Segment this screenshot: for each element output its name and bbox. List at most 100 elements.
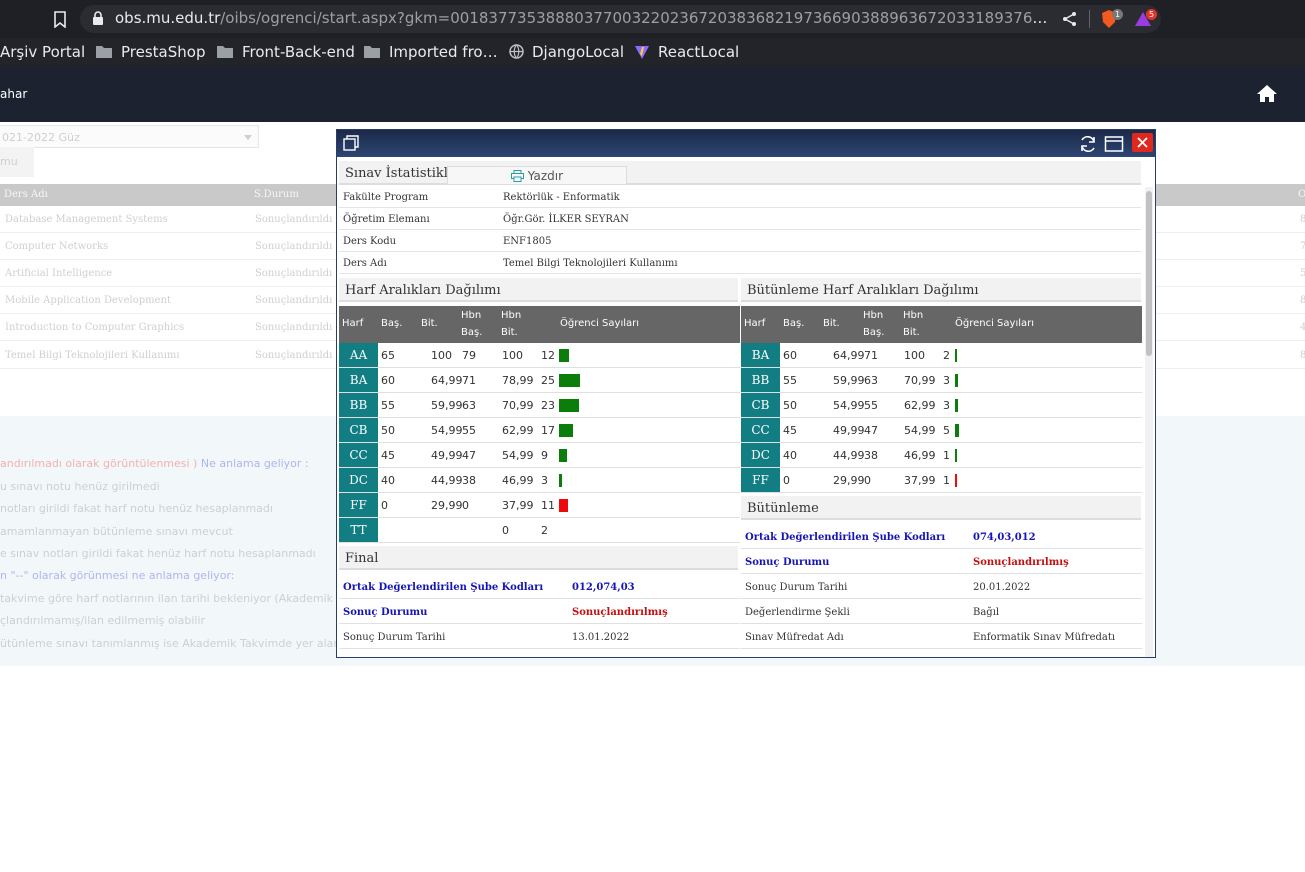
modal-scrollbar[interactable]: [1145, 187, 1153, 657]
butunleme-table: Ortak Değerlendirilen Şube Kodları 074,03…: [741, 524, 1142, 649]
chevron-down-icon: [244, 135, 252, 140]
share-icon[interactable]: [1062, 11, 1077, 27]
count-bar: [559, 449, 567, 462]
final-title-text: Final: [345, 551, 379, 566]
bit-cell: 44,99: [431, 474, 463, 487]
but-value: Enformatik Sınav Müfredatı: [973, 632, 1116, 643]
info-question-1: andırılmadı olarak görüntülenmesi ) Ne a…: [0, 457, 309, 470]
grade-row: CC 45 49,99 47 54,99 9: [339, 443, 740, 468]
count-bar: [559, 499, 568, 512]
info-label: Fakülte Program: [343, 192, 429, 203]
url-text[interactable]: obs.mu.edu.tr/oibs/ogrenci/start.aspx?gk…: [115, 9, 1055, 27]
maximize-icon[interactable]: [1104, 134, 1124, 154]
bookmark-djangolocal[interactable]: DjangoLocal: [532, 43, 624, 61]
but-value: Bağıl: [973, 607, 1000, 618]
col-hbn-bas-2: Baş.: [461, 327, 483, 338]
bas-cell: 0: [783, 474, 790, 487]
folder-icon: [364, 46, 380, 58]
but-row-curriculum: Sınav Müfredat Adı Enformatik Sınav Müfre…: [741, 624, 1142, 649]
bookmark-front-back-end[interactable]: Front-Back-end: [242, 43, 355, 61]
grade-cell: CB: [741, 393, 780, 417]
refresh-icon[interactable]: [1078, 134, 1098, 154]
scrollbar-thumb[interactable]: [1146, 191, 1152, 356]
info-note: ütünleme sınavı tanımlanmış ise Akademik…: [0, 637, 377, 650]
info-label: Ders Kodu: [343, 236, 397, 247]
grade-row: BA 60 64,99 71 100 2: [741, 343, 1142, 368]
hbn-bas-cell: 47: [462, 449, 476, 462]
bookmark-icon[interactable]: [53, 11, 67, 28]
hbn-bit-cell: 62,99: [904, 399, 936, 412]
col-hbn-bas-2: Baş.: [863, 327, 885, 338]
count-bar: [559, 374, 580, 387]
term-select[interactable]: 021-2022 Güz: [0, 125, 259, 148]
count-bar: [559, 424, 573, 437]
count-cell: 1: [943, 474, 950, 487]
count-cell: 2: [541, 524, 548, 537]
hbn-bit-cell: 37,99: [904, 474, 936, 487]
but-value: 20.01.2022: [973, 582, 1031, 593]
brave-badge: 1: [1112, 9, 1123, 20]
final-label: Sonuç Durumu: [343, 607, 428, 618]
final-row-date: Sonuç Durum Tarihi 13.01.2022: [339, 624, 740, 649]
bas-cell: 45: [381, 449, 395, 462]
hbn-bit-cell: 0: [502, 524, 509, 537]
home-icon[interactable]: [1256, 84, 1278, 103]
printer-icon: [510, 170, 524, 182]
grade-row: AA 65 100 79 100 12: [339, 343, 740, 368]
final-value: 13.01.2022: [572, 632, 630, 643]
count-cell: 3: [943, 399, 950, 412]
grade-cell: CC: [339, 443, 378, 467]
grade-row: CB 50 54,99 55 62,99 3: [741, 393, 1142, 418]
bit-cell: 59,99: [833, 374, 865, 387]
info-value: Temel Bilgi Teknolojileri Kullanımı: [503, 258, 678, 269]
folder-icon: [217, 46, 233, 58]
final-label: Ortak Değerlendirilen Şube Kodları: [343, 582, 544, 593]
grade-row: BB 55 59,99 63 70,99 23: [339, 393, 740, 418]
grade-row: FF 0 29,99 0 37,99 1: [741, 468, 1142, 493]
vite-icon: [635, 46, 649, 59]
info-value: Rektörlük - Enformatik: [503, 192, 620, 203]
info-row-faculty: Fakülte Program Rektörlük - Enformatik: [339, 186, 1141, 208]
bit-cell: 54,99: [431, 424, 463, 437]
bookmark-arsiv-portal[interactable]: Arşiv Portal: [0, 43, 85, 61]
info-note: çlandırılmamış/ilan edilmemiş olabilir: [0, 614, 206, 627]
bas-cell: 40: [783, 449, 797, 462]
bit-cell: 44,99: [833, 449, 865, 462]
close-icon: [1137, 137, 1148, 148]
grade-cell: DC: [741, 443, 780, 467]
bas-cell: 0: [381, 499, 388, 512]
info-q1-red: andırılmadı olarak görüntülenmesi ): [0, 457, 198, 470]
count-cell: 3: [541, 474, 548, 487]
grade-cell: TT: [339, 518, 378, 542]
bas-cell: 45: [783, 424, 797, 437]
hbn-bit-cell: 70,99: [904, 374, 936, 387]
close-button[interactable]: [1132, 133, 1153, 152]
lock-icon[interactable]: [92, 11, 104, 26]
info-label: Ders Adı: [343, 258, 387, 269]
exam-stats-modal: Sınav İstatistikleri Yazdır Fakülte Prog…: [336, 129, 1156, 658]
hbn-bit-cell: 37,99: [502, 499, 534, 512]
course-status: Sonuçlandırıldı: [255, 268, 333, 279]
info-row-course-name: Ders Adı Temel Bilgi Teknolojileri Kullan…: [339, 252, 1141, 274]
grade-dist-table: Harf Baş. Bit. Hbn Baş. Hbn Bit. Öğrenci…: [339, 306, 740, 543]
tab-active[interactable]: mu: [0, 147, 34, 177]
col-harf: Harf: [744, 318, 766, 329]
count-bar: [955, 349, 957, 362]
final-table: Ortak Değerlendirilen Şube Kodları 012,07…: [339, 574, 740, 649]
course-status: Sonuçlandırıldı: [255, 295, 333, 306]
bas-cell: 60: [381, 374, 395, 387]
left-dist-title-text: Harf Aralıkları Dağılımı: [345, 283, 501, 298]
count-bar: [559, 474, 562, 487]
bookmark-imported[interactable]: Imported fro…: [389, 43, 498, 61]
col-bit: Bit.: [421, 318, 438, 329]
col-harf: Harf: [342, 318, 364, 329]
bookmark-reactlocal[interactable]: ReactLocal: [658, 43, 739, 61]
print-button[interactable]: Yazdır: [447, 166, 627, 185]
info-note: e sınav notları girildi fakat henüz harf…: [0, 547, 316, 560]
info-question-2: n "--" olarak görünmesi ne anlama geliyo…: [0, 569, 235, 582]
count-bar: [955, 449, 957, 462]
bookmark-prestashop[interactable]: PrestaShop: [121, 43, 205, 61]
left-dist-title: Harf Aralıkları Dağılımı: [339, 278, 738, 302]
count-cell: 2: [943, 349, 950, 362]
restore-window-icon[interactable]: [343, 135, 359, 151]
